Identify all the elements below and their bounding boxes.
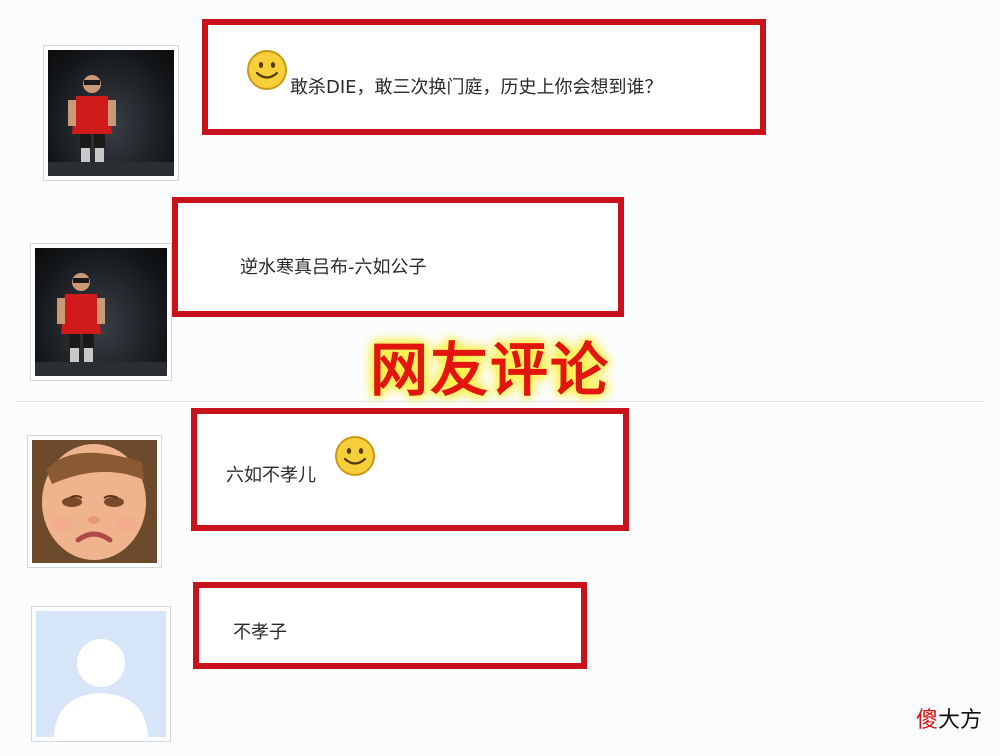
smiley-emoji-icon [335, 436, 375, 476]
smiley-emoji-icon [247, 50, 287, 90]
watermark-brand-first: 傻 [915, 708, 938, 733]
crying-child-avatar-image [32, 440, 157, 563]
comment-1-text: 敢杀DIE，敢三次换门庭，历史上你会想到谁？ [290, 77, 663, 98]
default-user-avatar-image [36, 611, 166, 737]
watermark-brand: 傻大方 [916, 702, 982, 734]
comment-3-avatar[interactable] [27, 435, 162, 568]
player-avatar-image [35, 248, 167, 376]
watermark-brand-rest: 大方 [937, 708, 982, 733]
comment-2-avatar[interactable] [30, 243, 172, 381]
comment-3-text: 六如不孝儿 [226, 465, 316, 486]
default-user-icon [36, 611, 166, 737]
crying-child-icon [32, 440, 157, 563]
player-figure-icon [35, 273, 167, 376]
comment-2-text: 逆水寒真吕布-六如公子 [240, 257, 427, 278]
comment-1-avatar[interactable] [43, 45, 179, 181]
overlay-title: 网友评论 [370, 336, 611, 404]
player-avatar-image [48, 50, 174, 176]
comment-4-avatar[interactable] [31, 606, 171, 742]
comment-4-text: 不孝子 [233, 622, 287, 643]
player-figure-icon [48, 75, 174, 176]
